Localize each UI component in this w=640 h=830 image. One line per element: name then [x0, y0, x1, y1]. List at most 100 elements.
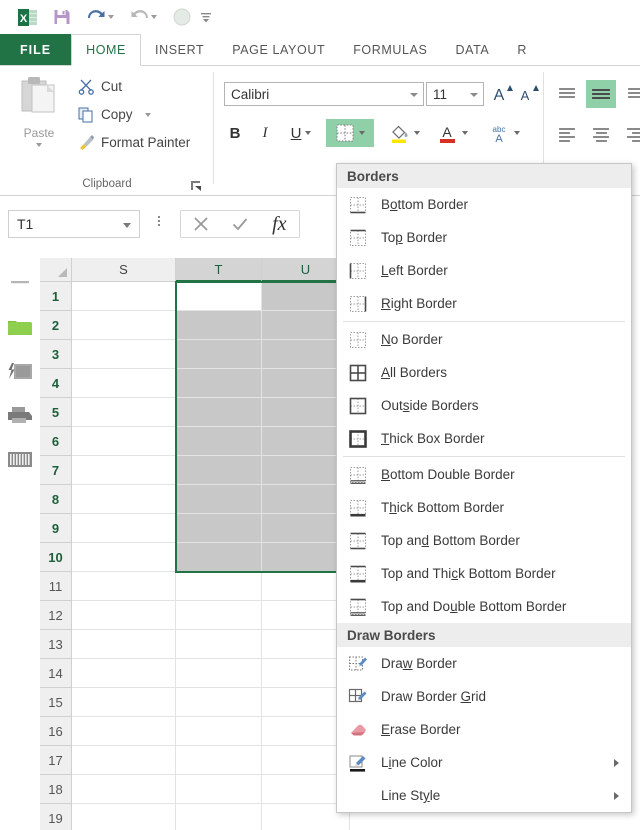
cell-S16[interactable]: [72, 717, 176, 746]
decrease-font-size-button[interactable]: A: [516, 82, 542, 106]
redo-button[interactable]: [130, 9, 157, 26]
format-painter-button[interactable]: Format Painter: [78, 134, 190, 151]
printer-icon[interactable]: [6, 404, 34, 426]
cell-S7[interactable]: [72, 456, 176, 485]
underline-dropdown-caret-icon[interactable]: [305, 131, 312, 135]
cell-S6[interactable]: [72, 427, 176, 456]
flash-fill-folder-icon[interactable]: [6, 360, 34, 382]
cell-S13[interactable]: [72, 630, 176, 659]
cell-T6[interactable]: [176, 427, 262, 456]
align-right-button[interactable]: [622, 124, 640, 146]
menu-item-top-and-double-bottom-border[interactable]: Top and Double Bottom Border: [337, 590, 631, 623]
row-header-17[interactable]: 17: [40, 746, 72, 775]
redo-dropdown-caret-icon[interactable]: [151, 15, 157, 19]
cell-T3[interactable]: [176, 340, 262, 369]
tab-data[interactable]: DATA: [441, 34, 503, 66]
menu-item-no-border[interactable]: No Border: [337, 323, 631, 356]
row-header-7[interactable]: 7: [40, 456, 72, 485]
undo-dropdown-caret-icon[interactable]: [108, 15, 114, 19]
cell-S10[interactable]: [72, 543, 176, 572]
undo-button[interactable]: [87, 9, 114, 26]
row-header-11[interactable]: 11: [40, 572, 72, 601]
phonetic-guide-button[interactable]: abc A: [482, 119, 526, 147]
row-header-6[interactable]: 6: [40, 427, 72, 456]
row-header-19[interactable]: 19: [40, 804, 72, 830]
italic-button[interactable]: I: [254, 119, 276, 147]
bold-button[interactable]: B: [224, 119, 246, 147]
font-name-caret-icon[interactable]: [410, 93, 418, 97]
cell-S12[interactable]: [72, 601, 176, 630]
cell-S8[interactable]: [72, 485, 176, 514]
cell-T19[interactable]: [176, 804, 262, 830]
save-icon[interactable]: [53, 8, 71, 26]
menu-item-erase-border[interactable]: Erase Border: [337, 713, 631, 746]
tab-file[interactable]: FILE: [0, 34, 72, 66]
cell-T12[interactable]: [176, 601, 262, 630]
cell-T11[interactable]: [176, 572, 262, 601]
menu-item-line-color[interactable]: Line Color: [337, 746, 631, 779]
cell-S1[interactable]: [72, 282, 176, 311]
row-header-3[interactable]: 3: [40, 340, 72, 369]
tab-insert[interactable]: INSERT: [141, 34, 218, 66]
font-color-button[interactable]: A: [430, 119, 474, 147]
menu-item-bottom-double-border[interactable]: Bottom Double Border: [337, 458, 631, 491]
menu-item-right-border[interactable]: Right Border: [337, 287, 631, 320]
tab-formulas[interactable]: FORMULAS: [339, 34, 441, 66]
tab-page-layout[interactable]: PAGE LAYOUT: [218, 34, 339, 66]
row-header-8[interactable]: 8: [40, 485, 72, 514]
cut-button[interactable]: Cut: [78, 78, 122, 95]
cell-T15[interactable]: [176, 688, 262, 717]
cell-S14[interactable]: [72, 659, 176, 688]
menu-item-thick-box-border[interactable]: Thick Box Border: [337, 422, 631, 455]
cancel-formula-button[interactable]: [181, 211, 220, 237]
row-header-4[interactable]: 4: [40, 369, 72, 398]
font-size-input[interactable]: 11: [426, 82, 484, 106]
menu-item-top-and-bottom-border[interactable]: Top and Bottom Border: [337, 524, 631, 557]
underline-button[interactable]: U: [284, 119, 318, 147]
cell-S18[interactable]: [72, 775, 176, 804]
row-header-10[interactable]: 10: [40, 543, 72, 572]
cell-T1[interactable]: [176, 282, 262, 311]
enter-formula-button[interactable]: [220, 211, 259, 237]
align-bottom-button[interactable]: [622, 82, 640, 104]
cell-T17[interactable]: [176, 746, 262, 775]
menu-item-thick-bottom-border[interactable]: Thick Bottom Border: [337, 491, 631, 524]
cell-T14[interactable]: [176, 659, 262, 688]
tab-review[interactable]: R: [503, 34, 541, 66]
copy-button[interactable]: Copy: [78, 106, 151, 123]
menu-item-bottom-border[interactable]: Bottom Border: [337, 188, 631, 221]
row-header-2[interactable]: 2: [40, 311, 72, 340]
cell-T5[interactable]: [176, 398, 262, 427]
align-middle-button[interactable]: [586, 80, 616, 108]
increase-font-size-button[interactable]: A: [490, 82, 516, 106]
menu-item-line-style[interactable]: Line Style: [337, 779, 631, 812]
menu-item-left-border[interactable]: Left Border: [337, 254, 631, 287]
menu-item-draw-border[interactable]: Draw Border: [337, 647, 631, 680]
green-folder-icon[interactable]: [6, 316, 34, 338]
cell-S19[interactable]: [72, 804, 176, 830]
cell-S5[interactable]: [72, 398, 176, 427]
cell-S3[interactable]: [72, 340, 176, 369]
row-header-1[interactable]: 1: [40, 282, 72, 311]
clipboard-dialog-launcher[interactable]: [190, 179, 202, 191]
menu-item-top-and-thick-bottom-border[interactable]: Top and Thick Bottom Border: [337, 557, 631, 590]
align-center-button[interactable]: [588, 124, 614, 146]
cell-T9[interactable]: [176, 514, 262, 543]
row-header-5[interactable]: 5: [40, 398, 72, 427]
row-header-16[interactable]: 16: [40, 717, 72, 746]
copy-dropdown-caret-icon[interactable]: [144, 112, 151, 117]
select-all-corner[interactable]: [40, 258, 72, 282]
tab-home[interactable]: HOME: [71, 34, 141, 66]
row-header-12[interactable]: 12: [40, 601, 72, 630]
cell-S4[interactable]: [72, 369, 176, 398]
font-color-dropdown-caret-icon[interactable]: [461, 131, 468, 135]
customize-qat-icon[interactable]: [199, 10, 213, 24]
row-header-14[interactable]: 14: [40, 659, 72, 688]
touch-mode-icon[interactable]: [173, 8, 191, 26]
paste-dropdown-caret-icon[interactable]: [36, 143, 42, 147]
cell-T13[interactable]: [176, 630, 262, 659]
cell-S2[interactable]: [72, 311, 176, 340]
cell-T4[interactable]: [176, 369, 262, 398]
fill-color-button[interactable]: [382, 119, 426, 147]
row-header-18[interactable]: 18: [40, 775, 72, 804]
